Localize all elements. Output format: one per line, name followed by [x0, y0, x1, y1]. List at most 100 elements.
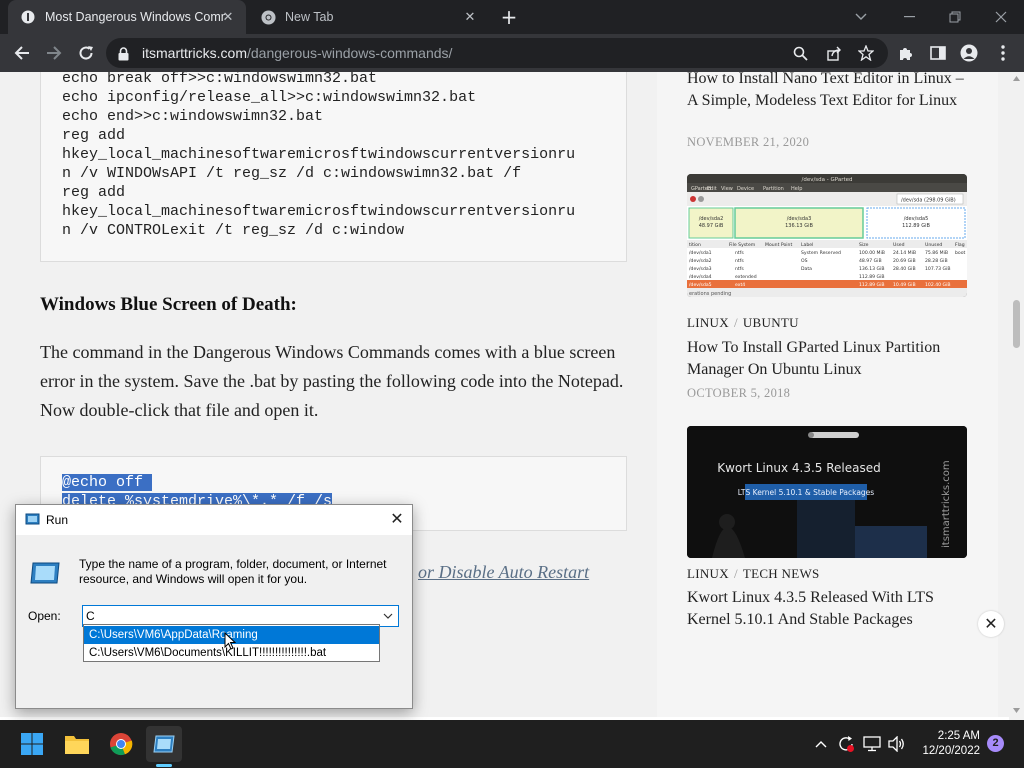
code-line: reg add	[62, 184, 126, 201]
kwort-thumbnail[interactable]: Kwort Linux 4.3.5 Released LTS Kernel 5.…	[687, 426, 967, 558]
gparted-cell: 28.28 GiB	[925, 258, 948, 264]
related-post-link[interactable]: or Disable Auto Restart	[418, 562, 589, 583]
category-link[interactable]: LINUX	[687, 566, 729, 581]
cancel-button[interactable]: Cancel	[220, 667, 305, 689]
notification-badge[interactable]: 2	[987, 735, 1004, 752]
forward-button[interactable]	[41, 40, 67, 66]
gparted-cell: 136.13 GiB	[859, 266, 885, 272]
gparted-cell: 24.14 MiB	[893, 250, 916, 256]
gparted-column-header: Flag	[955, 242, 965, 248]
share-icon[interactable]	[824, 43, 844, 63]
page-scrollbar[interactable]	[1009, 72, 1024, 720]
dialog-close-button[interactable]: ✕	[386, 509, 408, 531]
selected-code-line[interactable]: @echo off	[62, 474, 153, 491]
windows-start-icon[interactable]	[14, 726, 50, 762]
ok-button[interactable]: OK	[126, 667, 211, 689]
clock[interactable]: 2:25 AM 12/20/2022	[918, 729, 980, 759]
extensions-puzzle-icon[interactable]	[893, 40, 919, 66]
post-title-link[interactable]: Kwort Linux 4.3.5 Released With LTS Kern…	[687, 587, 977, 631]
file-explorer-icon[interactable]	[59, 726, 95, 762]
gparted-column-header: Size	[859, 242, 869, 248]
bookmark-star-icon[interactable]	[856, 43, 876, 63]
code-line: echo ipconfig/release_all>>c:windowswimn…	[62, 89, 477, 106]
back-button[interactable]	[9, 40, 35, 66]
gparted-cell: ntfs	[735, 250, 744, 256]
gparted-cell: /dev/sda4	[689, 274, 712, 280]
gparted-cell: 75.86 MiB	[925, 250, 948, 256]
post-title-link[interactable]: How To Install GParted Linux Partition M…	[687, 337, 977, 381]
network-icon[interactable]	[862, 734, 882, 754]
post-categories: LINUX / TECH NEWS	[687, 566, 820, 581]
reload-button[interactable]	[73, 40, 99, 66]
gparted-part-size: 112.89 GiB	[902, 223, 930, 229]
code-block: echo break off>>c:windowswimn32.bat echo…	[40, 72, 627, 262]
kwort-watermark: itsmarttricks.com	[941, 460, 952, 548]
gparted-device-selector: /dev/sda (298.09 GiB)	[901, 198, 956, 204]
tab-dangerous-commands[interactable]: Most Dangerous Windows Comm ✕	[8, 0, 246, 34]
gparted-cell: 100.00 MiB	[859, 250, 885, 256]
dialog-title: Run	[46, 513, 69, 527]
chevron-down-icon[interactable]	[381, 609, 395, 623]
lock-icon[interactable]	[118, 46, 129, 65]
chrome-icon	[260, 9, 276, 25]
category-link[interactable]: LINUX	[687, 315, 729, 330]
update-sync-icon[interactable]	[836, 734, 856, 754]
gparted-menu-item: Partition	[763, 186, 784, 192]
run-taskbar-icon[interactable]	[146, 726, 182, 762]
tab-search-chevron-icon[interactable]	[838, 0, 884, 34]
tab-strip: Most Dangerous Windows Comm ✕ New Tab ✕ …	[0, 0, 1024, 34]
search-icon[interactable]	[790, 43, 810, 63]
tab-close-icon[interactable]: ✕	[462, 9, 478, 25]
new-tab-button[interactable]: +	[498, 6, 520, 28]
gparted-cell: 48.97 GiB	[859, 258, 882, 264]
post-title-link[interactable]: How to Install Nano Text Editor in Linux…	[687, 72, 977, 112]
side-panel-icon[interactable]	[925, 40, 951, 66]
dialog-description: Type the name of a program, folder, docu…	[79, 557, 387, 586]
kwort-subheadline: LTS Kernel 5.10.1 & Stable Packages	[738, 488, 875, 497]
run-small-icon	[25, 512, 40, 531]
gparted-cell: /dev/sda3	[689, 266, 712, 272]
article-paragraph: The command in the Dangerous Windows Com…	[40, 342, 624, 420]
post-date: NOVEMBER 21, 2020	[687, 135, 810, 149]
code-line: echo break off>>c:windowswimn32.bat	[62, 72, 378, 87]
gparted-part-size: 48.97 GiB	[699, 223, 724, 229]
browser-toolbar: itsmarttricks.com/dangerous-windows-comm…	[0, 34, 1024, 72]
gparted-cell: 102.40 GiB	[925, 282, 951, 288]
gparted-cell: 107.73 GiB	[925, 266, 951, 272]
minimize-button[interactable]	[886, 0, 932, 34]
gparted-column-header: Mount Point	[765, 242, 792, 248]
chrome-taskbar-icon[interactable]	[103, 726, 139, 762]
code-line: echo end>>c:windowswimn32.bat	[62, 108, 324, 125]
browse-button[interactable]: Browse...	[315, 667, 400, 689]
gparted-cell: 112.89 GiB	[859, 274, 885, 280]
restore-button[interactable]	[932, 0, 978, 34]
gparted-cell: 20.69 GiB	[893, 258, 916, 264]
volume-icon[interactable]	[887, 734, 907, 754]
gparted-cell: 112.89 GiB	[859, 282, 885, 288]
close-window-button[interactable]	[978, 0, 1024, 34]
profile-avatar-icon[interactable]	[956, 40, 982, 66]
gparted-cell: boot	[955, 250, 966, 256]
chrome-menu-icon[interactable]	[990, 40, 1016, 66]
address-bar[interactable]: itsmarttricks.com/dangerous-windows-comm…	[106, 38, 888, 68]
gparted-part-label: /dev/sda5	[904, 216, 929, 222]
gparted-column-header: tition	[689, 242, 701, 248]
gparted-cell: /dev/sda1	[689, 250, 712, 256]
gparted-menu-item: Help	[791, 186, 802, 192]
code-line: hkey_local_machinesoftwaremicrosftwindow…	[62, 203, 576, 220]
dialog-titlebar[interactable]: Run ✕	[16, 505, 412, 535]
tray-overflow-chevron-icon[interactable]	[811, 734, 831, 754]
ad-close-button[interactable]: ✕	[978, 611, 1004, 637]
open-input[interactable]	[86, 608, 376, 624]
category-link[interactable]: TECH NEWS	[743, 566, 820, 581]
tab-new-tab[interactable]: New Tab ✕	[248, 0, 488, 34]
gparted-cell: ext4	[735, 282, 745, 288]
gparted-cell: /dev/sda2	[689, 258, 712, 264]
category-link[interactable]: UBUNTU	[743, 315, 799, 330]
gparted-column-header: Label	[801, 242, 813, 248]
gparted-menu-item: View	[721, 186, 733, 192]
scrollbar-thumb[interactable]	[1013, 300, 1020, 348]
tab-close-icon[interactable]: ✕	[220, 9, 236, 25]
gparted-thumbnail[interactable]: /dev/sda - GParted GParted Edit View Dev…	[687, 174, 967, 297]
open-label: Open:	[28, 609, 61, 623]
